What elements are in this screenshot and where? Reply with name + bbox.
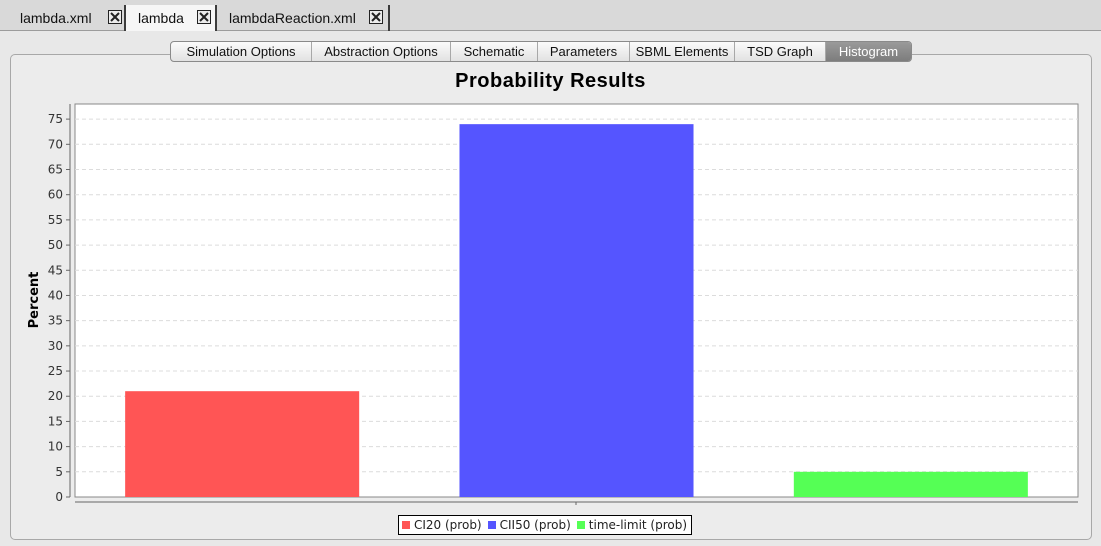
legend-item-2: CII50 (prob): [487, 518, 571, 532]
tab-histogram[interactable]: Histogram: [826, 42, 911, 61]
y-tick-label: 35: [48, 314, 63, 328]
legend-item-1: CI20 (prob): [402, 518, 482, 532]
y-tick-label: 10: [48, 440, 63, 454]
y-tick-label: 25: [48, 364, 63, 378]
y-tick-label: 0: [55, 490, 63, 504]
legend-swatch: [402, 521, 410, 529]
tab-abstraction-options[interactable]: Abstraction Options: [312, 42, 451, 61]
tab-simulation-options[interactable]: Simulation Options: [171, 42, 312, 61]
legend-label: time-limit (prob): [588, 518, 688, 532]
y-tick-label: 65: [48, 163, 63, 177]
y-tick-label: 75: [48, 112, 63, 126]
y-tick-label: 60: [48, 188, 63, 202]
bar-3: [793, 471, 1028, 497]
legend-item-3: time-limit (prob): [576, 518, 688, 532]
tab-schematic[interactable]: Schematic: [451, 42, 538, 61]
bar-1: [125, 391, 360, 497]
tab-tsd-graph[interactable]: TSD Graph: [735, 42, 826, 61]
y-tick-label: 50: [48, 238, 63, 252]
chart-legend: CI20 (prob) CII50 (prob) time-limit (pro…: [398, 515, 693, 535]
view-tab-strip: Simulation Options Abstraction Options S…: [170, 41, 912, 62]
histogram-chart: 0 5 10 15 20 25 30 35 40 45 50 55 60 65 70 75 Percent: [27, 103, 1079, 505]
y-tick-label: 30: [48, 339, 63, 353]
y-tick-label: 70: [48, 137, 63, 151]
y-tick-label: 55: [48, 213, 63, 227]
legend-label: CI20 (prob): [414, 518, 482, 532]
bar-2: [459, 124, 694, 498]
y-axis-label: Percent: [27, 272, 42, 329]
y-tick-label: 15: [48, 414, 63, 428]
legend-label: CII50 (prob): [499, 518, 571, 532]
y-tick-label: 20: [48, 389, 63, 403]
tab-sbml-elements[interactable]: SBML Elements: [630, 42, 735, 61]
y-tick-label: 45: [48, 263, 63, 277]
legend-swatch: [576, 521, 585, 529]
y-tick-label: 5: [55, 465, 63, 479]
y-tick-label: 40: [48, 288, 63, 302]
tab-parameters[interactable]: Parameters: [538, 42, 630, 61]
legend-swatch: [487, 521, 496, 529]
